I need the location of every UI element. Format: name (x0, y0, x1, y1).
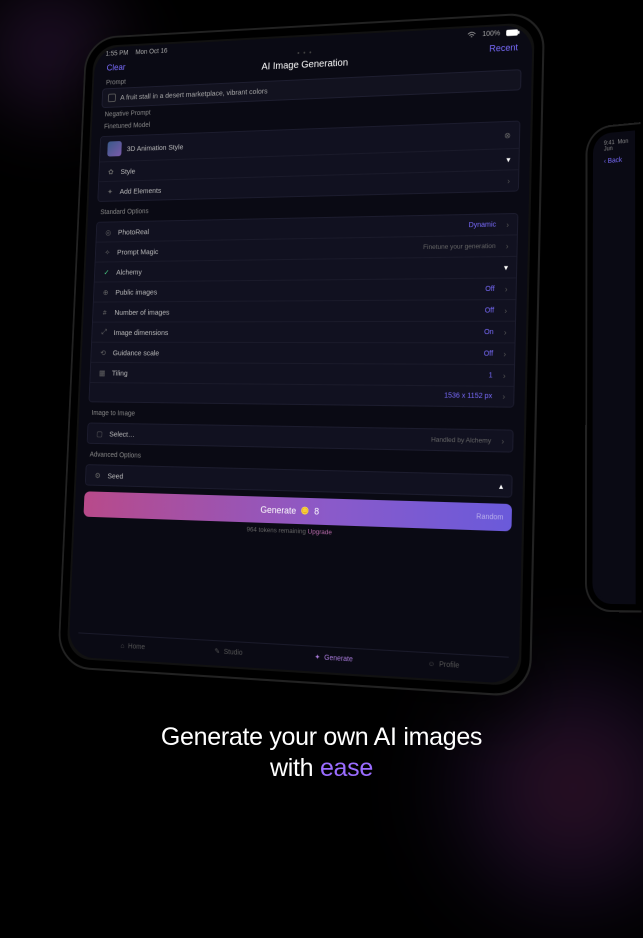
photoreal-label: PhotoReal (118, 221, 463, 236)
wifi-icon (467, 31, 476, 38)
phone-frame: 9:41 Mon Jun ‹ Back (585, 122, 641, 612)
chevron-right-icon: › (507, 176, 510, 185)
guidance-scale-row[interactable]: ⟲ Guidance scale Off › (91, 342, 514, 364)
alchemy-label: Alchemy (116, 263, 498, 276)
profile-icon: ☺ (428, 660, 435, 668)
tiling-value: 1 (489, 372, 493, 379)
image-icon (108, 93, 116, 102)
tab-home[interactable]: ⌂ Home (120, 642, 145, 651)
prompt-magic-label: Prompt Magic (117, 243, 417, 256)
chevron-right-icon: › (504, 306, 507, 315)
model-thumbnail-icon (107, 141, 122, 157)
globe-icon: ⊕ (101, 287, 110, 297)
chevron-down-icon: ▾ (506, 155, 510, 164)
wand-icon: ✧ (103, 247, 112, 257)
standard-options-group: ◎ PhotoReal Dynamic › ✧ Prompt Magic Fin… (88, 213, 518, 408)
camera-icon: ◎ (104, 227, 113, 237)
select-image-sub: Handled by Alchemy (431, 436, 491, 444)
image-to-image-label: Image to Image (88, 406, 514, 425)
expand-icon: ⤢ (99, 327, 108, 337)
tab-generate[interactable]: ✦ Generate (314, 653, 353, 664)
tokens-text: 964 tokens remaining (246, 526, 306, 535)
chevron-left-icon: ‹ (604, 158, 606, 165)
status-time: 1:55 PM (105, 50, 128, 58)
number-images-value: Off (485, 307, 495, 314)
image-dimensions-value: On (484, 328, 494, 335)
battery-percent: 100% (482, 30, 500, 38)
coin-icon: 🪙 (301, 507, 310, 515)
check-icon: ✓ (102, 267, 111, 277)
number-images-row[interactable]: # Number of images Off › (93, 299, 516, 322)
style-icon: ✿ (106, 167, 115, 177)
add-elements-label: Add Elements (120, 176, 502, 195)
tab-profile[interactable]: ☺ Profile (428, 660, 460, 670)
image-dimensions-label: Image dimensions (114, 327, 479, 336)
image-icon: ▢ (95, 428, 104, 438)
tablet-frame: 1:55 PM Mon Oct 16 100% • • • Clear Rece… (57, 12, 545, 698)
clear-button[interactable]: Clear (106, 62, 125, 72)
select-image-label: Select… (109, 429, 425, 444)
grid-icon: ▦ (98, 368, 107, 378)
chevron-right-icon: › (502, 392, 505, 401)
hash-icon: # (100, 307, 109, 317)
seed-icon: ⚙ (93, 470, 102, 480)
dimensions-readout: 1536 x 1152 px (444, 392, 492, 400)
chevron-right-icon: › (503, 349, 506, 358)
battery-icon (506, 29, 520, 37)
image-dimensions-row[interactable]: ⤢ Image dimensions On › (92, 321, 515, 343)
generate-count: 8 (314, 506, 319, 516)
tab-bar: ⌂ Home ✎ Studio ✦ Generate ☺ Profile (77, 632, 508, 679)
prompt-text: A fruit stall in a desert marketplace, v… (120, 87, 268, 102)
generate-label: Generate (260, 505, 296, 516)
home-icon: ⌂ (120, 642, 124, 649)
public-images-value: Off (485, 285, 495, 292)
sparkle-icon: ✦ (314, 653, 320, 662)
number-images-label: Number of images (114, 306, 478, 316)
hero-line-1: Generate your own AI images (0, 722, 643, 753)
recent-button[interactable]: Recent (489, 42, 518, 53)
chevron-right-icon: › (506, 241, 509, 250)
chevron-up-icon: ▴ (499, 481, 503, 491)
chevron-right-icon: › (503, 371, 506, 380)
chevron-right-icon: › (501, 436, 504, 445)
brush-icon: ✎ (214, 647, 220, 655)
dimensions-readout-row: 1536 x 1152 px › (89, 382, 513, 407)
seed-row[interactable]: ⚙ Seed Off ▴ (86, 465, 512, 497)
hero-accent: ease (320, 754, 373, 782)
sparkle-icon: ✦ (105, 186, 114, 196)
back-label: Back (608, 157, 622, 165)
finetuned-group: 3D Animation Style ⊗ ✿ Style ▾ ✦ Add Ele… (97, 121, 520, 202)
tab-generate-label: Generate (324, 654, 353, 663)
content-scroll[interactable]: Prompt A fruit stall in a desert marketp… (76, 56, 532, 498)
guidance-scale-label: Guidance scale (113, 348, 478, 358)
tab-studio[interactable]: ✎ Studio (214, 647, 242, 657)
drag-handle-icon[interactable]: • • • (297, 50, 312, 58)
hero-text: Generate your own AI images with ease (0, 722, 643, 785)
hero-line-2: with ease (0, 753, 643, 784)
public-images-row[interactable]: ⊕ Public images Off › (94, 277, 516, 301)
tab-profile-label: Profile (439, 661, 459, 670)
hero-line-2a: with (270, 754, 320, 782)
prompt-magic-sub: Finetune your generation (423, 242, 496, 250)
slider-icon: ⟲ (98, 347, 107, 357)
select-image-row[interactable]: ▢ Select… Handled by Alchemy › (88, 423, 513, 451)
status-date: Mon Oct 16 (135, 48, 167, 56)
phone-screen: 9:41 Mon Jun ‹ Back (594, 133, 633, 603)
tab-home-label: Home (128, 643, 145, 651)
close-icon[interactable]: ⊗ (504, 130, 511, 139)
tab-studio-label: Studio (224, 648, 243, 656)
tablet-screen: 1:55 PM Mon Oct 16 100% • • • Clear Rece… (68, 24, 532, 684)
seed-label: Seed (107, 471, 493, 490)
chevron-right-icon: › (506, 220, 509, 229)
chevron-right-icon: › (505, 284, 508, 293)
public-images-label: Public images (115, 284, 479, 296)
photoreal-value: Dynamic (469, 221, 497, 229)
upgrade-link[interactable]: Upgrade (308, 528, 332, 536)
chevron-down-icon: ▾ (504, 263, 508, 272)
back-button[interactable]: ‹ Back (598, 150, 629, 171)
guidance-scale-value: Off (484, 350, 494, 357)
chevron-right-icon: › (504, 327, 507, 336)
random-button[interactable]: Random (476, 513, 503, 521)
tiling-label: Tiling (112, 368, 483, 380)
